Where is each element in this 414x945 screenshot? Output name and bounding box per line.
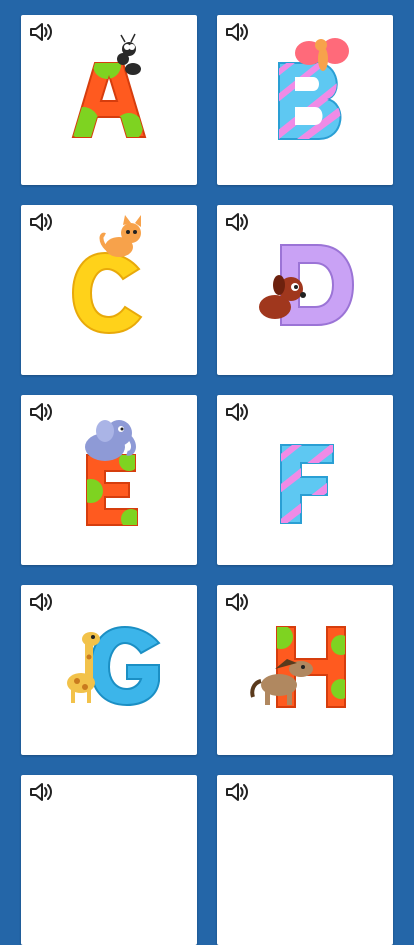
letter-f-art xyxy=(280,444,334,524)
letter-c-art xyxy=(71,215,143,335)
letter-b-art xyxy=(278,38,349,140)
letter-h-art xyxy=(250,626,346,708)
letter-card-i[interactable] xyxy=(21,775,197,945)
letter-card-a[interactable] xyxy=(21,15,197,185)
letter-e-art xyxy=(85,420,138,526)
letter-card-e[interactable] xyxy=(21,395,197,565)
letter-card-d[interactable] xyxy=(217,205,393,375)
letter-card-b[interactable] xyxy=(217,15,393,185)
alphabet-grid xyxy=(0,0,414,945)
letter-card-h[interactable] xyxy=(217,585,393,755)
letter-g-art xyxy=(67,625,161,707)
cat-character xyxy=(99,215,141,257)
letter-a-art xyxy=(71,33,147,138)
letter-d-art xyxy=(259,244,355,326)
letter-card-j[interactable] xyxy=(217,775,393,945)
letter-card-c[interactable] xyxy=(21,205,197,375)
letter-card-g[interactable] xyxy=(21,585,197,755)
letter-card-f[interactable] xyxy=(217,395,393,565)
